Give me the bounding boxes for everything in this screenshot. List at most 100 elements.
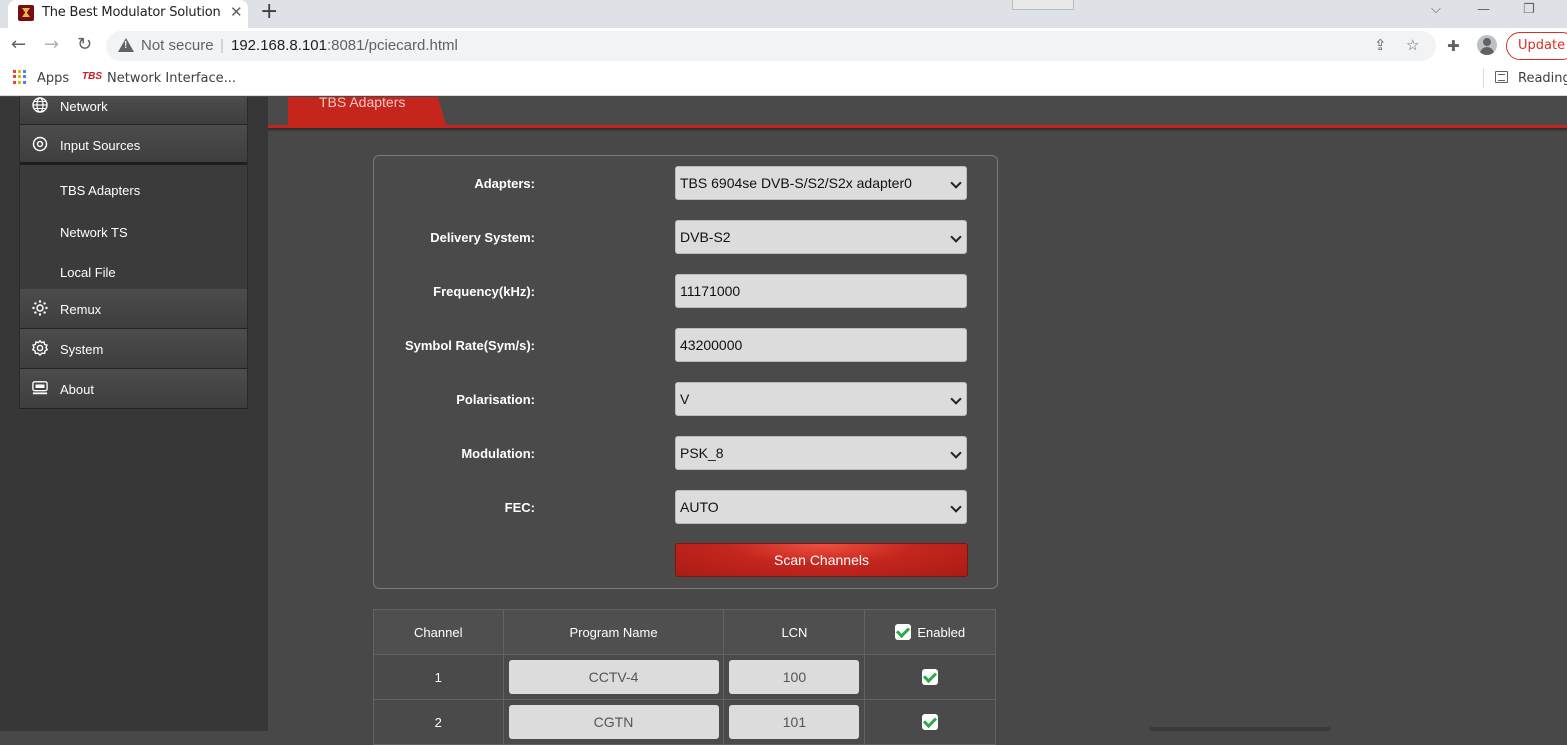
polarisation-select[interactable]: V [675, 382, 967, 416]
program-name-cell: CCTV-4 [502, 654, 725, 700]
content-header: TBS Adapters [268, 97, 1567, 128]
channel-header: Channel [373, 609, 504, 655]
channel-table: Channel Program Name LCN Enabled 1 CCTV-… [373, 609, 996, 745]
security-label[interactable]: Not secure [141, 37, 214, 54]
tab-label: TBS Adapters [319, 94, 406, 110]
program-name-header: Program Name [502, 609, 725, 655]
enabled-checkbox[interactable] [922, 669, 939, 686]
share-icon[interactable]: ⇪ [1374, 36, 1387, 54]
polarisation-label: Polarisation: [456, 392, 535, 407]
lcn-input[interactable]: 100 [729, 660, 860, 694]
adapters-select[interactable]: TBS 6904se DVB-S/S2/S2x adapter0 [675, 166, 967, 200]
enabled-header: Enabled [864, 609, 996, 655]
delivery-system-select[interactable]: DVB-S2 [675, 220, 967, 254]
fec-label: FEC: [504, 500, 535, 515]
enabled-header-label: Enabled [917, 625, 966, 640]
snap-layout-icon [1012, 0, 1074, 10]
restore-icon[interactable]: ❐ [1523, 2, 1535, 17]
sidebar-item-remux[interactable]: Remux [20, 289, 247, 329]
tab-title: The Best Modulator Solution [42, 5, 221, 20]
browser-toolbar: ← → ↻ Not secure | 192.168.8.101:8081/pc… [0, 28, 1567, 64]
gear-dots-icon [32, 300, 48, 316]
globe-icon [32, 97, 48, 113]
back-icon[interactable]: ← [11, 34, 26, 55]
sidebar-menu: Network Input Sources TBS Adapters Netwo… [19, 97, 248, 409]
reading-list-icon[interactable] [1495, 71, 1508, 83]
fec-select[interactable]: AUTO [675, 490, 967, 524]
sidebar-item-network[interactable]: Network [20, 97, 247, 125]
monitor-icon [32, 381, 48, 395]
modulation-label: Modulation: [461, 446, 535, 461]
url-host: 192.168.8.101 [231, 37, 327, 54]
page-content: Network Input Sources TBS Adapters Netwo… [0, 97, 1567, 745]
network-interface-bookmark[interactable]: Network Interface... [107, 71, 236, 86]
table-row: 1 CCTV-4 100 [373, 654, 996, 700]
program-name-input[interactable]: CCTV-4 [508, 660, 719, 694]
lcn-cell: 101 [723, 699, 866, 745]
warning-icon [118, 38, 134, 52]
symbol-rate-input[interactable]: 43200000 [675, 328, 967, 362]
sidebar-subitem-label: TBS Adapters [60, 183, 141, 198]
sidebar-subitem-tbs-adapters[interactable]: TBS Adapters [20, 165, 247, 209]
sidebar-item-label: Remux [60, 302, 102, 317]
enabled-checkbox[interactable] [922, 714, 939, 731]
sidebar-item-label: Network [60, 99, 108, 114]
address-bar[interactable]: Not secure | 192.168.8.101:8081/pciecard… [106, 31, 1436, 61]
program-name-cell: CGTN [502, 699, 725, 745]
omnibox-separator: | [220, 37, 224, 54]
enabled-cell [864, 699, 996, 745]
minimize-icon[interactable]: — [1477, 2, 1490, 17]
sidebar-item-label: About [60, 382, 94, 397]
sidebar-subitem-label: Network TS [60, 225, 128, 240]
sidebar-item-label: Input Sources [60, 138, 141, 153]
apps-bookmark[interactable]: Apps [37, 71, 69, 86]
lcn-cell: 100 [723, 654, 866, 700]
url-text[interactable]: 192.168.8.101:8081/pciecard.html [231, 37, 458, 54]
lcn-input[interactable]: 101 [729, 705, 860, 739]
enabled-cell [864, 654, 996, 700]
table-header-row: Channel Program Name LCN Enabled [373, 609, 996, 655]
sidebar-subitem-label: Local File [60, 265, 116, 280]
url-path: :8081/pciecard.html [326, 37, 458, 54]
tab-close-icon[interactable]: ✕ [230, 3, 243, 21]
tbs-bookmark-icon: TBS [82, 71, 102, 82]
tab-search-icon[interactable]: ⌵ [1431, 2, 1441, 17]
frequency-label: Frequency(kHz): [433, 284, 535, 299]
sidebar-item-label: System [60, 342, 104, 357]
profile-avatar-icon[interactable] [1477, 35, 1497, 55]
delivery-system-label: Delivery System: [430, 230, 535, 245]
forward-icon[interactable]: → [44, 34, 59, 55]
sidebar-subitem-network-ts[interactable]: Network TS [20, 209, 247, 249]
reading-list-button[interactable]: Reading [1518, 71, 1567, 86]
new-tab-button[interactable]: + [260, 0, 278, 24]
extensions-icon[interactable]: ✚ [1447, 37, 1460, 55]
frequency-input[interactable]: 11171000 [675, 274, 967, 308]
header-shadow [268, 128, 1567, 132]
sidebar-item-input-sources[interactable]: Input Sources [20, 125, 247, 165]
sidebar-item-about[interactable]: About [20, 369, 247, 409]
browser-tab[interactable]: The Best Modulator Solution ✕ [8, 0, 248, 28]
apps-grid-icon[interactable] [13, 70, 27, 84]
bookmarks-divider [1483, 68, 1484, 88]
bookmark-star-icon[interactable]: ☆ [1406, 36, 1419, 54]
adapters-label: Adapters: [474, 176, 535, 191]
scroll-hint-bar [1150, 727, 1330, 731]
target-icon [32, 136, 48, 152]
input-sources-submenu: TBS Adapters Network TS Local File [20, 165, 247, 289]
select-all-checkbox[interactable] [895, 624, 912, 640]
tbs-favicon-icon [18, 5, 34, 21]
sidebar-subitem-local-file[interactable]: Local File [20, 249, 247, 289]
update-button[interactable]: Update [1506, 32, 1567, 60]
tuner-settings-panel: Adapters: TBS 6904se DVB-S/S2/S2x adapte… [373, 155, 998, 589]
channel-number: 2 [373, 699, 504, 745]
modulation-select[interactable]: PSK_8 [675, 436, 967, 470]
program-name-input[interactable]: CGTN [508, 705, 719, 739]
cog-icon [32, 340, 48, 356]
tab-tbs-adapters[interactable]: TBS Adapters [288, 97, 446, 125]
sidebar-item-system[interactable]: System [20, 329, 247, 369]
lcn-header: LCN [723, 609, 866, 655]
browser-tabstrip: The Best Modulator Solution ✕ + ⌵ — ❐ [0, 0, 1567, 28]
reload-icon[interactable]: ↻ [77, 34, 92, 55]
channel-number: 1 [373, 654, 504, 700]
scan-channels-button[interactable]: Scan Channels [675, 543, 968, 577]
